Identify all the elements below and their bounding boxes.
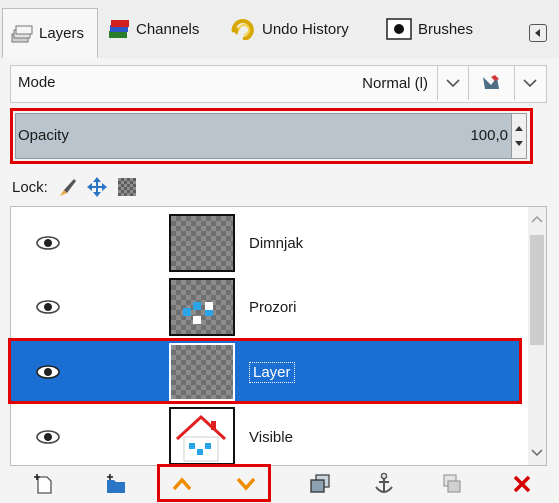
anchor-layer-button[interactable] (370, 470, 398, 498)
layer-name: Prozori (249, 299, 297, 316)
layer-thumbnail (169, 278, 235, 336)
composite-mode-icon (483, 75, 499, 89)
lock-row: Lock: (12, 174, 136, 200)
tab-undo-history-label: Undo History (262, 20, 349, 38)
tab-menu-button[interactable] (529, 24, 547, 42)
duplicate-layer-icon (310, 474, 330, 493)
tab-brushes[interactable]: Brushes (386, 8, 504, 50)
selected-layer-highlight (8, 338, 522, 404)
tab-layers[interactable]: Layers (2, 8, 98, 58)
layer-name: Dimnjak (249, 235, 304, 252)
layer-name: Visible (249, 429, 293, 446)
layer-row[interactable]: Visible (11, 405, 519, 465)
merge-down-button[interactable] (438, 470, 466, 498)
eye-icon[interactable] (33, 297, 63, 317)
mode-value: Normal (l) (362, 74, 428, 92)
tab-undo-history[interactable]: Undo History (230, 8, 380, 50)
undo-history-icon (231, 19, 254, 40)
delete-layer-icon (513, 475, 531, 493)
new-layer-group-icon (107, 474, 125, 493)
mode-select[interactable]: Normal (l) (330, 66, 436, 100)
new-layer-icon (34, 474, 52, 494)
raise-lower-highlight (157, 464, 271, 502)
lock-alpha-icon[interactable] (117, 178, 136, 196)
layers-toolbar (0, 466, 559, 503)
composite-dropdown-button[interactable] (514, 66, 545, 100)
tab-channels[interactable]: Channels (108, 8, 220, 50)
channels-icon (109, 20, 129, 38)
mode-dropdown-button[interactable] (437, 66, 468, 100)
new-layer-button[interactable] (30, 470, 58, 498)
layer-thumbnail (169, 214, 235, 272)
eye-icon[interactable] (33, 427, 63, 447)
tab-menu-icon (535, 29, 540, 37)
tab-brushes-label: Brushes (418, 20, 474, 38)
opacity-highlight (10, 108, 533, 164)
brushes-icon (386, 18, 412, 40)
layers-list: Dimnjak Prozori Layer Visible (10, 206, 547, 466)
chevron-down-icon (446, 79, 460, 88)
layers-icon (11, 25, 33, 42)
tab-channels-label: Channels (136, 20, 200, 38)
eye-icon[interactable] (33, 233, 63, 253)
scroll-up-icon[interactable] (530, 213, 544, 227)
layer-thumbnail (169, 407, 235, 465)
chevron-down-icon (523, 79, 537, 88)
scrollbar-thumb[interactable] (530, 235, 544, 345)
duplicate-layer-button[interactable] (306, 470, 334, 498)
mode-label: Mode (18, 74, 56, 91)
layer-row[interactable]: Prozori (11, 275, 519, 339)
lock-pixels-icon[interactable] (56, 176, 78, 198)
house-thumbnail-icon (175, 414, 227, 462)
delete-layer-button[interactable] (508, 470, 536, 498)
new-layer-group-button[interactable] (102, 470, 130, 498)
lock-label: Lock: (12, 178, 48, 196)
merge-down-icon (443, 474, 461, 493)
composite-mode-button[interactable] (468, 66, 515, 100)
layer-row[interactable]: Dimnjak (11, 211, 519, 275)
lock-position-icon[interactable] (86, 176, 108, 198)
tab-layers-label: Layers (39, 25, 85, 42)
scroll-down-icon[interactable] (530, 445, 544, 459)
anchor-layer-icon (375, 472, 393, 493)
